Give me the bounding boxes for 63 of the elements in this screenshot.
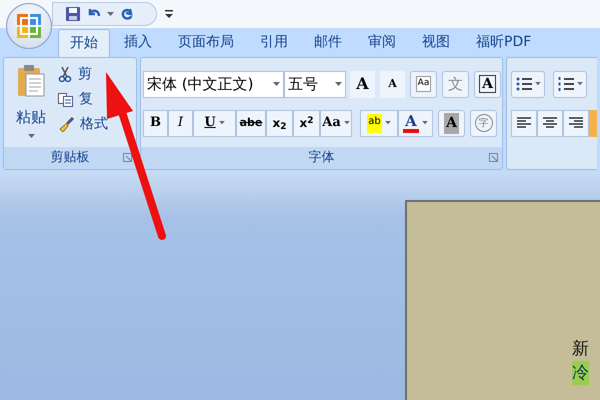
- ribbon-tab[interactable]: 页面布局: [166, 28, 246, 57]
- font-name-field[interactable]: 宋体 (中文正文): [143, 70, 284, 98]
- redo-icon[interactable]: [120, 7, 134, 21]
- subscript-button[interactable]: x$_{2}$: [266, 110, 293, 137]
- document-text: 新: [572, 338, 589, 361]
- caret-icon: [576, 82, 582, 86]
- ribbon-tab[interactable]: 引用: [248, 28, 300, 57]
- paintbrush-icon: [58, 117, 74, 132]
- group-label: 剪贴板: [50, 149, 90, 168]
- office-logo-icon: [16, 13, 42, 39]
- shrink-font-button[interactable]: A: [380, 70, 405, 98]
- caret-icon: [273, 82, 280, 87]
- italic-button[interactable]: I: [168, 110, 193, 137]
- paste-button[interactable]: 粘贴: [4, 64, 58, 147]
- caret-icon: [335, 82, 342, 87]
- caret-icon: [384, 121, 391, 126]
- bullet-list-button[interactable]: [511, 70, 545, 98]
- caret-icon: [218, 121, 225, 126]
- ribbon-tab[interactable]: 审阅: [356, 28, 408, 57]
- caret-icon: [422, 121, 428, 126]
- align-right-icon: [569, 117, 583, 130]
- cut-button[interactable]: 剪: [58, 64, 108, 86]
- numbered-list-button[interactable]: [553, 70, 587, 98]
- superscript-button[interactable]: x$^{2}$: [293, 110, 320, 137]
- change-case-button[interactable]: Aa: [320, 110, 352, 137]
- font-size-field[interactable]: 五号: [284, 70, 346, 98]
- character-border-button[interactable]: A: [474, 70, 501, 98]
- scissors-icon: [58, 67, 72, 82]
- clipboard-icon: [16, 64, 46, 98]
- grow-font-button[interactable]: A: [350, 70, 375, 98]
- copy-icon: [58, 92, 73, 107]
- dialog-launcher-icon[interactable]: [489, 152, 498, 162]
- caret-icon: [534, 82, 540, 86]
- dialog-launcher-icon[interactable]: [123, 152, 132, 162]
- align-left-button[interactable]: [511, 110, 537, 137]
- bullet-list-icon: [516, 77, 532, 92]
- ribbon-tab[interactable]: 开始: [58, 28, 110, 57]
- caret-icon: [28, 134, 34, 140]
- customize-toolbar-icon[interactable]: [165, 10, 173, 19]
- highlight-button[interactable]: ab: [360, 110, 398, 137]
- align-right-button[interactable]: [563, 110, 589, 137]
- clear-formatting-button[interactable]: Aa: [410, 70, 437, 98]
- bold-button[interactable]: B: [143, 110, 168, 137]
- ribbon-tab[interactable]: 视图: [410, 28, 462, 57]
- save-icon[interactable]: [65, 6, 81, 22]
- group-label: 字体: [308, 149, 334, 168]
- caret-icon: [344, 121, 350, 126]
- ribbon-tab[interactable]: 邮件: [302, 28, 354, 57]
- align-center-button[interactable]: [537, 110, 563, 137]
- character-shading-button[interactable]: A: [438, 110, 465, 137]
- font-color-button[interactable]: A: [398, 110, 433, 137]
- caret-icon[interactable]: [107, 12, 114, 16]
- office-button[interactable]: [6, 3, 52, 49]
- align-left-icon: [517, 117, 531, 130]
- underline-button[interactable]: U: [193, 110, 236, 137]
- enclose-character-button[interactable]: 字: [470, 110, 497, 137]
- align-center-icon: [543, 117, 557, 130]
- ribbon-tab[interactable]: 插入: [112, 28, 164, 57]
- ribbon-tab[interactable]: 福昕PDF: [464, 28, 544, 57]
- numbered-list-icon: [558, 77, 574, 92]
- document-text: 冷: [572, 360, 589, 385]
- format-painter-button[interactable]: 格式: [58, 114, 108, 136]
- strikethrough-button[interactable]: abe: [236, 110, 266, 137]
